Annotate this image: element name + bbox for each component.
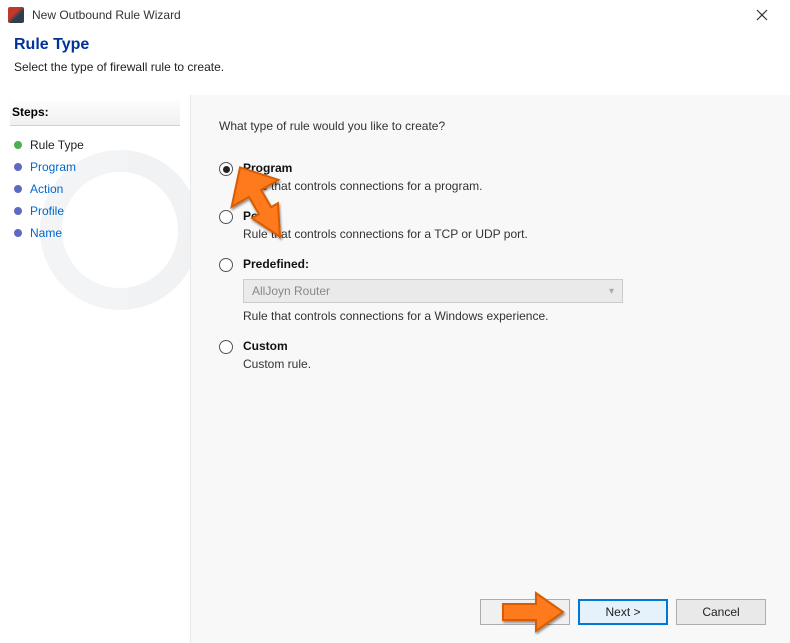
option-program[interactable]: Program Rule that controls connections f… <box>219 161 762 193</box>
next-button[interactable]: Next > <box>578 599 668 625</box>
option-desc: Rule that controls connections for a pro… <box>243 179 762 193</box>
close-icon <box>756 9 768 21</box>
wizard-header: Rule Type Select the type of firewall ru… <box>0 30 790 88</box>
step-name[interactable]: Name <box>10 222 190 244</box>
steps-sidebar: Steps: Rule Type Program Action Profile … <box>0 95 190 643</box>
option-desc: Rule that controls connections for a Win… <box>243 309 762 323</box>
radio-port[interactable] <box>219 210 233 224</box>
page-subtitle: Select the type of firewall rule to crea… <box>14 60 776 74</box>
back-button[interactable]: < Back <box>480 599 570 625</box>
option-label: Program <box>243 161 762 175</box>
cancel-button[interactable]: Cancel <box>676 599 766 625</box>
option-label: Predefined: <box>243 257 762 271</box>
step-rule-type[interactable]: Rule Type <box>10 134 190 156</box>
option-desc: Rule that controls connections for a TCP… <box>243 227 762 241</box>
option-label: Custom <box>243 339 762 353</box>
step-label: Action <box>30 182 63 196</box>
step-profile[interactable]: Profile <box>10 200 190 222</box>
page-heading: Rule Type <box>14 36 776 54</box>
radio-predefined[interactable] <box>219 258 233 272</box>
app-icon <box>8 7 24 23</box>
step-label: Program <box>30 160 76 174</box>
step-action[interactable]: Action <box>10 178 190 200</box>
radio-program[interactable] <box>219 162 233 176</box>
bullet-icon <box>14 163 22 171</box>
option-port[interactable]: Port Rule that controls connections for … <box>219 209 762 241</box>
option-custom[interactable]: Custom Custom rule. <box>219 339 762 371</box>
bullet-icon <box>14 229 22 237</box>
predefined-dropdown[interactable]: AllJoyn Router ▾ <box>243 279 623 303</box>
content-pane: What type of rule would you like to crea… <box>190 95 790 643</box>
dropdown-value: AllJoyn Router <box>252 284 330 298</box>
steps-heading: Steps: <box>10 101 180 126</box>
step-program[interactable]: Program <box>10 156 190 178</box>
option-desc: Custom rule. <box>243 357 762 371</box>
rule-type-question: What type of rule would you like to crea… <box>219 119 762 133</box>
window-title: New Outbound Rule Wizard <box>32 8 742 22</box>
option-label: Port <box>243 209 762 223</box>
wizard-button-bar: < Back Next > Cancel <box>480 599 766 625</box>
bullet-icon <box>14 207 22 215</box>
radio-custom[interactable] <box>219 340 233 354</box>
bullet-icon <box>14 185 22 193</box>
chevron-down-icon: ▾ <box>609 286 614 297</box>
title-bar: New Outbound Rule Wizard <box>0 0 790 30</box>
close-button[interactable] <box>742 1 782 29</box>
step-label: Name <box>30 226 62 240</box>
step-label: Rule Type <box>30 138 84 152</box>
option-predefined[interactable]: Predefined: AllJoyn Router ▾ Rule that c… <box>219 257 762 323</box>
bullet-icon <box>14 141 22 149</box>
step-label: Profile <box>30 204 64 218</box>
